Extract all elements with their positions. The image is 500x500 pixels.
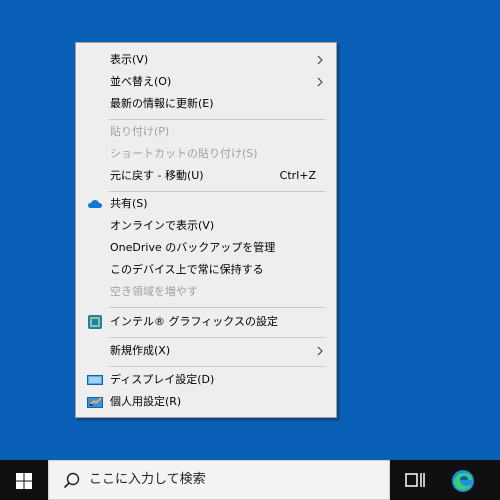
chevron-right-icon — [317, 55, 323, 65]
menu-item-view-online[interactable]: オンラインで表示(V) — [77, 215, 335, 237]
edge-browser-icon[interactable] — [450, 468, 476, 494]
menu-item-intel-graphics-settings[interactable]: インテル® グラフィックスの設定 — [77, 311, 335, 333]
menu-item-label: 並べ替え(O) — [110, 75, 172, 88]
windows-logo-icon — [16, 473, 32, 489]
menu-item-label: 空き領域を増やす — [110, 285, 198, 298]
menu-item-label: インテル® グラフィックスの設定 — [110, 315, 278, 328]
menu-item-label: 個人用設定(R) — [110, 395, 182, 408]
menu-item-label: ディスプレイ設定(D) — [110, 373, 215, 386]
onedrive-cloud-icon — [88, 200, 102, 208]
menu-separator — [109, 366, 325, 367]
start-button[interactable] — [0, 460, 48, 500]
display-icon — [87, 375, 103, 385]
menu-separator — [109, 307, 325, 308]
menu-item-personalize[interactable]: 個人用設定(R) — [77, 391, 335, 413]
menu-item-label: このデバイス上で常に保持する — [110, 263, 264, 276]
menu-separator — [109, 191, 325, 192]
task-view-icon[interactable] — [404, 470, 426, 490]
menu-item-paste-shortcut: ショートカットの貼り付け(S) — [77, 143, 335, 165]
menu-item-share[interactable]: 共有(S) — [77, 193, 335, 215]
shortcut-text: Ctrl+Z — [279, 169, 316, 182]
menu-item-label: 元に戻す - 移動(U) — [110, 169, 204, 182]
menu-item-label: 新規作成(X) — [110, 344, 171, 357]
taskbar: ここに入力して検索 — [0, 460, 500, 500]
menu-item-undo-move[interactable]: 元に戻す - 移動(U) Ctrl+Z — [77, 165, 335, 187]
menu-item-label: 共有(S) — [110, 197, 148, 210]
menu-separator — [109, 119, 325, 120]
menu-item-label: OneDrive のバックアップを管理 — [110, 241, 276, 254]
menu-item-label: 貼り付け(P) — [110, 125, 170, 138]
menu-item-label: オンラインで表示(V) — [110, 219, 215, 232]
menu-item-manage-onedrive-backup[interactable]: OneDrive のバックアップを管理 — [77, 237, 335, 259]
menu-item-label: 表示(V) — [110, 53, 149, 66]
menu-item-free-up-space: 空き領域を増やす — [77, 281, 335, 303]
menu-item-label: 最新の情報に更新(E) — [110, 97, 214, 110]
menu-item-label: ショートカットの貼り付け(S) — [110, 147, 258, 160]
menu-separator — [109, 337, 325, 338]
menu-item-sort[interactable]: 並べ替え(O) — [77, 71, 335, 93]
menu-item-display-settings[interactable]: ディスプレイ設定(D) — [77, 369, 335, 391]
menu-item-new[interactable]: 新規作成(X) — [77, 340, 335, 362]
taskbar-search-box[interactable]: ここに入力して検索 — [48, 460, 390, 500]
menu-item-paste: 貼り付け(P) — [77, 121, 335, 143]
intel-graphics-icon — [88, 315, 102, 329]
personalize-icon — [87, 397, 103, 408]
search-icon — [63, 472, 80, 489]
context-menu: 表示(V) 並べ替え(O) 最新の情報に更新(E) 貼り付け(P) ショートカッ… — [75, 42, 337, 418]
menu-item-refresh[interactable]: 最新の情報に更新(E) — [77, 93, 335, 115]
chevron-right-icon — [317, 346, 323, 356]
menu-item-view[interactable]: 表示(V) — [77, 49, 335, 71]
chevron-right-icon — [317, 77, 323, 87]
menu-item-always-keep-on-device[interactable]: このデバイス上で常に保持する — [77, 259, 335, 281]
search-placeholder: ここに入力して検索 — [89, 472, 206, 487]
